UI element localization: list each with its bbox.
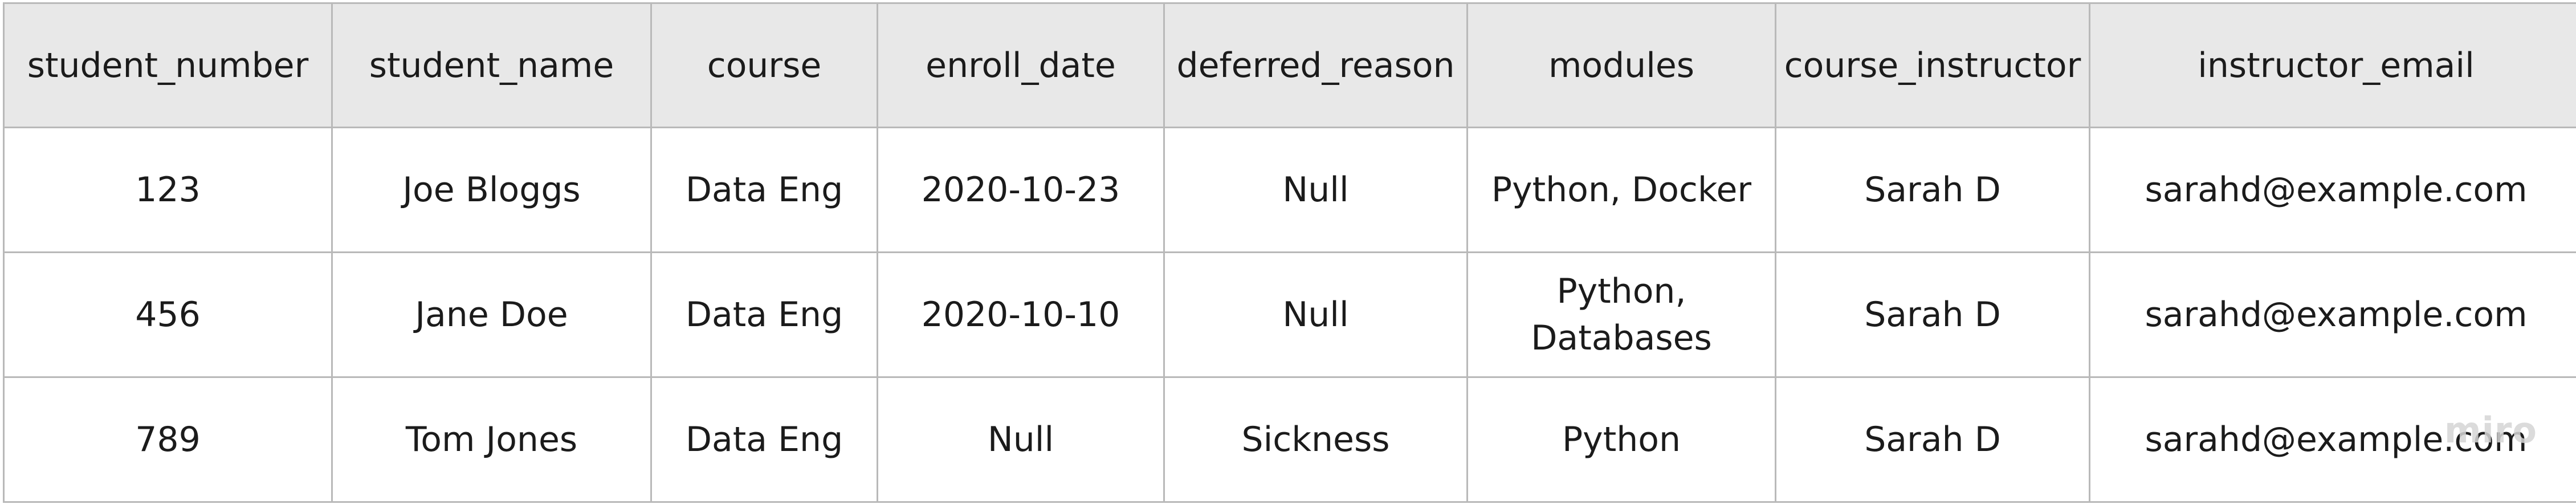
cell-student-number[interactable]: 456: [3, 251, 333, 378]
cell-student-number[interactable]: 789: [3, 376, 333, 503]
cell-student-number[interactable]: 123: [3, 127, 333, 253]
cell-deferred-reason[interactable]: Sickness: [1163, 376, 1468, 503]
cell-modules[interactable]: Python, Docker: [1466, 127, 1776, 253]
table-row: 789 Tom Jones Data Eng Null Sickness Pyt…: [3, 376, 2576, 503]
cell-course-instructor[interactable]: Sarah D: [1775, 251, 2090, 378]
header-student-name[interactable]: student_name: [331, 2, 652, 128]
table-row: 123 Joe Bloggs Data Eng 2020-10-23 Null …: [3, 127, 2576, 253]
header-course[interactable]: course: [650, 2, 878, 128]
cell-enroll-date[interactable]: Null: [877, 376, 1165, 503]
header-instructor-email[interactable]: instructor_email: [2089, 2, 2576, 128]
cell-modules[interactable]: Python, Databases: [1466, 251, 1776, 378]
cell-enroll-date[interactable]: 2020-10-10: [877, 251, 1165, 378]
cell-modules[interactable]: Python: [1466, 376, 1776, 503]
cell-enroll-date[interactable]: 2020-10-23: [877, 127, 1165, 253]
cell-course-instructor[interactable]: Sarah D: [1775, 376, 2090, 503]
header-row: student_number student_name course enrol…: [3, 2, 2576, 128]
cell-student-name[interactable]: Jane Doe: [331, 251, 652, 378]
header-deferred-reason[interactable]: deferred_reason: [1163, 2, 1468, 128]
cell-student-name[interactable]: Joe Bloggs: [331, 127, 652, 253]
cell-deferred-reason[interactable]: Null: [1163, 127, 1468, 253]
cell-student-name[interactable]: Tom Jones: [331, 376, 652, 503]
cell-deferred-reason[interactable]: Null: [1163, 251, 1468, 378]
header-modules[interactable]: modules: [1466, 2, 1776, 128]
table-body: 123 Joe Bloggs Data Eng 2020-10-23 Null …: [3, 127, 2576, 503]
data-table[interactable]: student_number student_name course enrol…: [3, 2, 2576, 503]
cell-course[interactable]: Data Eng: [650, 127, 878, 253]
cell-course[interactable]: Data Eng: [650, 251, 878, 378]
cell-course[interactable]: Data Eng: [650, 376, 878, 503]
table-row: 456 Jane Doe Data Eng 2020-10-10 Null Py…: [3, 251, 2576, 378]
cell-instructor-email[interactable]: sarahd@example.com: [2089, 251, 2576, 378]
header-course-instructor[interactable]: course_instructor: [1775, 2, 2090, 128]
cell-course-instructor[interactable]: Sarah D: [1775, 127, 2090, 253]
board-canvas[interactable]: student_number student_name course enrol…: [0, 0, 2576, 504]
header-student-number[interactable]: student_number: [3, 2, 333, 128]
table-header: student_number student_name course enrol…: [3, 2, 2576, 128]
cell-instructor-email[interactable]: sarahd@example.com: [2089, 127, 2576, 253]
miro-watermark-logo: miro: [2444, 409, 2537, 451]
header-enroll-date[interactable]: enroll_date: [877, 2, 1165, 128]
